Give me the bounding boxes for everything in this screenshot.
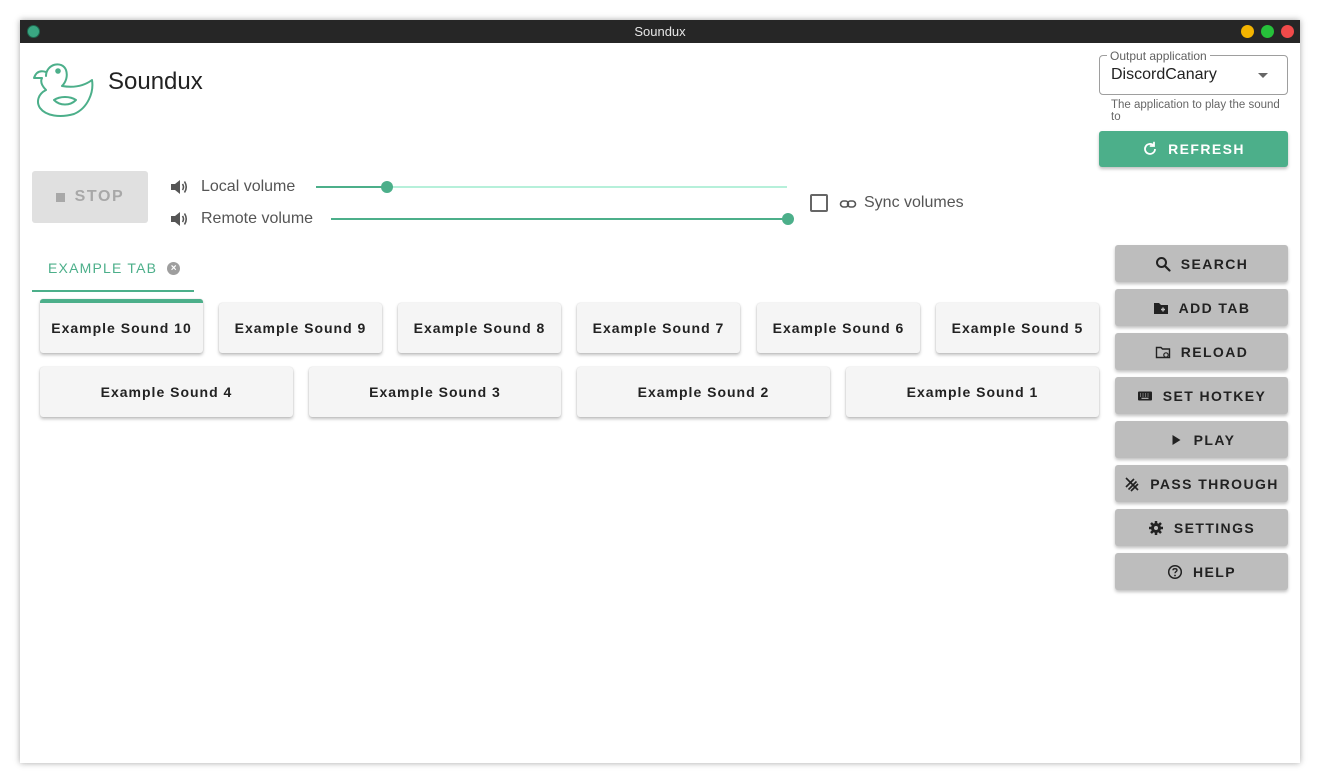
volume-icon <box>171 212 188 226</box>
play-icon <box>1172 434 1181 445</box>
sound-button[interactable]: Example Sound 10 <box>40 299 203 353</box>
sync-volumes-checkbox[interactable] <box>810 194 828 212</box>
close-tab-icon[interactable]: × <box>167 261 181 275</box>
add-tab-button[interactable]: ADD TAB <box>1115 289 1288 326</box>
output-application-value[interactable]: DiscordCanary <box>1111 66 1217 84</box>
tab-example[interactable]: EXAMPLE TAB × <box>32 246 194 292</box>
reload-button[interactable]: RELOAD <box>1115 333 1288 370</box>
refresh-label: REFRESH <box>1168 141 1245 157</box>
chevron-down-icon[interactable] <box>1258 73 1268 78</box>
output-application-legend: Output application <box>1107 49 1210 63</box>
local-volume-track-filled[interactable] <box>316 186 387 188</box>
search-icon <box>1155 256 1171 272</box>
app-icon <box>27 25 40 38</box>
minimize-button[interactable] <box>1241 25 1254 38</box>
sound-button[interactable]: Example Sound 4 <box>40 367 293 417</box>
gear-icon <box>1148 520 1163 535</box>
settings-button[interactable]: SETTINGS <box>1115 509 1288 546</box>
sound-button[interactable]: Example Sound 3 <box>309 367 561 417</box>
maximize-button[interactable] <box>1261 25 1274 38</box>
close-button[interactable] <box>1281 25 1294 38</box>
sidebar-button-label: PLAY <box>1193 431 1236 448</box>
remote-volume-track-filled[interactable] <box>331 218 788 220</box>
title-bar: Soundux <box>20 20 1300 43</box>
local-volume-label: Local volume <box>201 178 296 195</box>
sound-button[interactable]: Example Sound 1 <box>846 367 1099 417</box>
sidebar-button-label: SEARCH <box>1180 255 1249 272</box>
pass-through-icon <box>1125 476 1139 492</box>
local-volume-track[interactable] <box>386 186 787 188</box>
stop-label: STOP <box>74 188 125 205</box>
help-button[interactable]: HELP <box>1115 553 1288 590</box>
keyboard-icon <box>1137 391 1152 400</box>
folder-plus-icon <box>1153 302 1168 314</box>
window-title: Soundux <box>634 24 686 39</box>
sound-button[interactable]: Example Sound 6 <box>757 303 920 353</box>
sidebar-button-label: ADD TAB <box>1178 299 1251 316</box>
volume-icon <box>171 180 188 194</box>
sidebar-button-label: PASS THROUGH <box>1150 475 1279 492</box>
app-window: Soundux Soundux Output application Disco… <box>20 20 1300 763</box>
set-hotkey-button[interactable]: SET HOTKEY <box>1115 377 1288 414</box>
remote-volume-label: Remote volume <box>201 210 314 227</box>
stop-icon <box>55 192 65 202</box>
tab-label: EXAMPLE TAB <box>48 260 158 276</box>
sidebar-button-label: RELOAD <box>1180 343 1249 360</box>
sound-button[interactable]: Example Sound 9 <box>219 303 382 353</box>
sync-volumes-label: Sync volumes <box>864 194 964 211</box>
refresh-button[interactable]: REFRESH <box>1099 131 1288 167</box>
sound-button[interactable]: Example Sound 2 <box>577 367 830 417</box>
link-icon <box>839 200 857 208</box>
search-button[interactable]: SEARCH <box>1115 245 1288 282</box>
remote-volume-slider-thumb[interactable] <box>782 213 794 225</box>
app-name: Soundux <box>108 68 203 95</box>
help-icon <box>1167 564 1183 579</box>
duck-logo-icon <box>33 63 94 117</box>
sidebar-button-label: SET HOTKEY <box>1162 387 1267 404</box>
sidebar-button-label: HELP <box>1193 563 1236 580</box>
stop-button[interactable]: STOP <box>32 171 148 223</box>
refresh-icon <box>1144 141 1157 155</box>
sidebar-button-label: SETTINGS <box>1173 519 1256 536</box>
sound-button[interactable]: Example Sound 8 <box>398 303 561 353</box>
folder-refresh-icon <box>1155 346 1170 358</box>
local-volume-slider-thumb[interactable] <box>380 181 393 193</box>
output-application-hint: The application to play the sound to <box>1111 99 1280 123</box>
play-button[interactable]: PLAY <box>1115 421 1288 458</box>
sound-button[interactable]: Example Sound 5 <box>936 303 1099 353</box>
sound-button[interactable]: Example Sound 7 <box>577 303 740 353</box>
pass-through-button[interactable]: PASS THROUGH <box>1115 465 1288 502</box>
